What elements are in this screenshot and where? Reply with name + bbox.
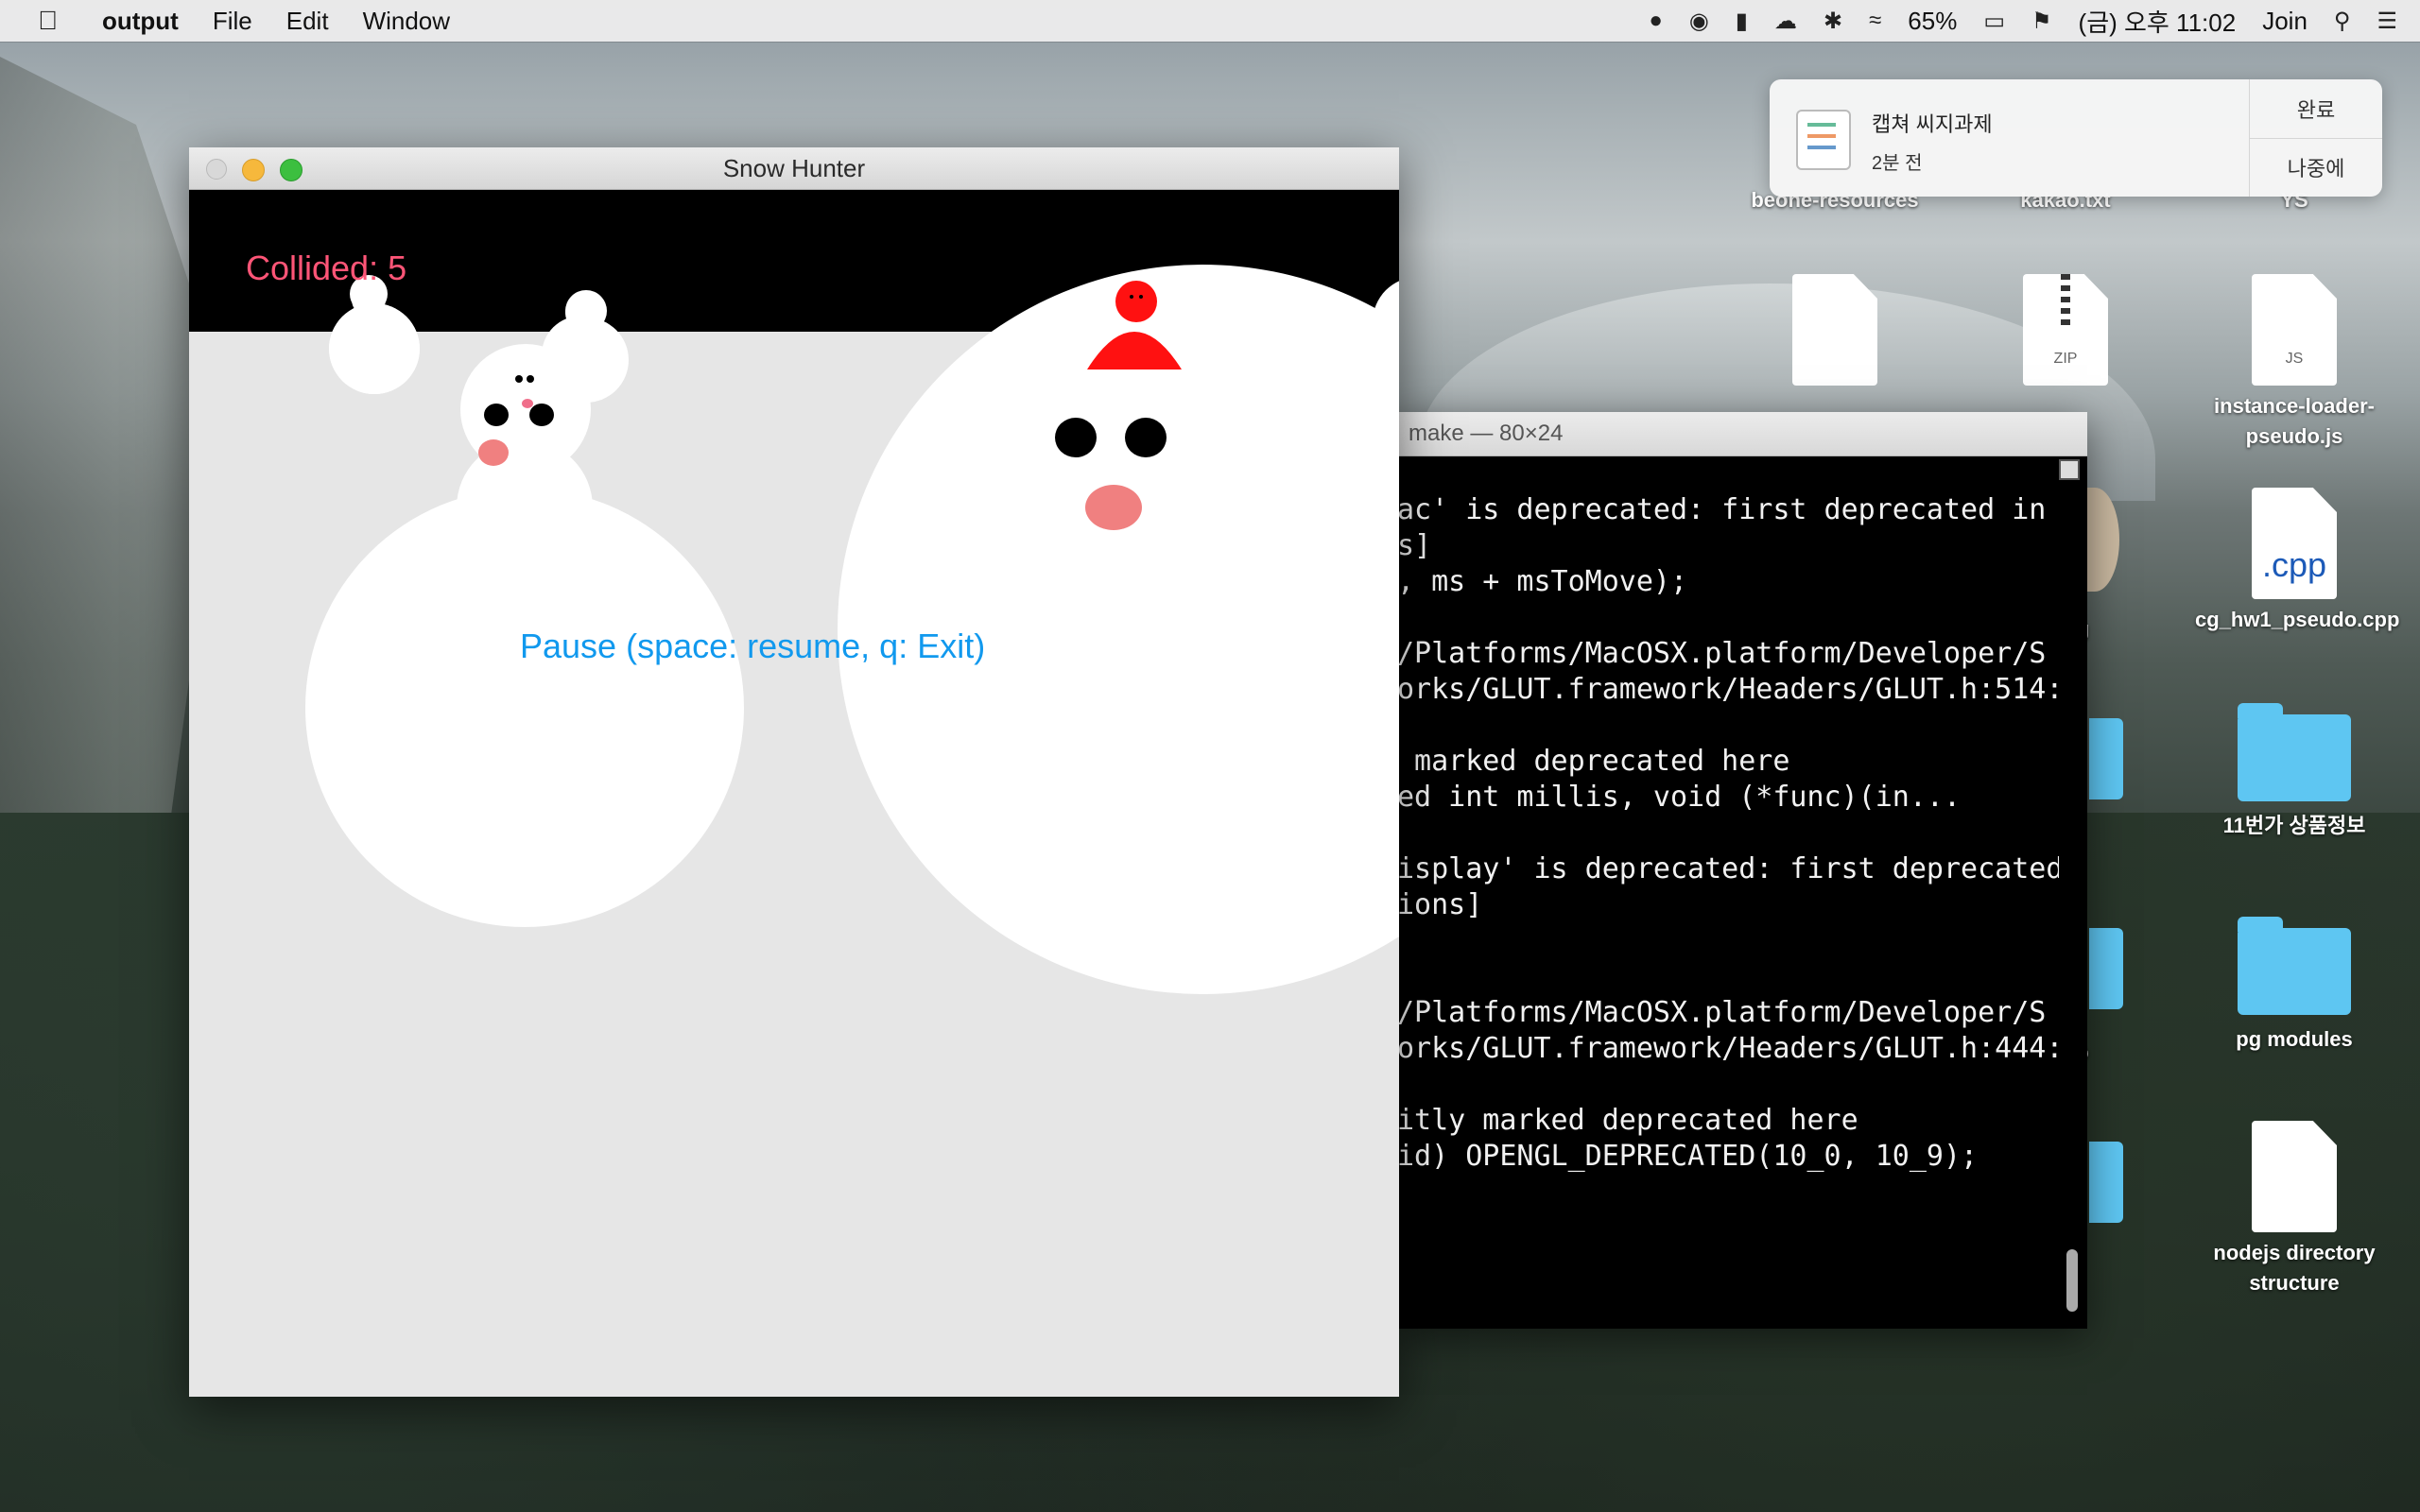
terminal-title-bar[interactable]: make — 80×24: [1397, 412, 2087, 456]
terminal-line: , ms + msToMove);: [1397, 565, 1688, 598]
document-icon: [1792, 274, 1877, 386]
notification-actions: 완료 나중에: [2249, 79, 2382, 197]
menu-app-name[interactable]: output: [102, 7, 179, 36]
menu-bar:  output File Edit Window ● ◉ ▮ ☁ ✱ ≈ 65…: [0, 0, 2420, 42]
game-scene: [305, 265, 1399, 994]
icon-label: cg_hw1_pseudo.cpp: [2195, 608, 2400, 631]
terminal-line: id) OPENGL_DEPRECATED(10_0, 10_9);: [1397, 1140, 1979, 1173]
zip-file-icon: ZIP: [2023, 274, 2108, 386]
terminal-line: orks/GLUT.framework/Headers/GLUT.h:514:: [1397, 673, 2059, 706]
desktop-icon-folder-pg[interactable]: pg modules: [2195, 917, 2394, 1055]
bluetooth-icon[interactable]: ✱: [1824, 8, 1842, 35]
game-canvas[interactable]: Collided: 5 Pause (space: resume, q: Exi…: [189, 190, 1399, 1397]
terminal-line: orks/GLUT.framework/Headers/GLUT.h:444:: [1397, 1032, 2059, 1065]
terminal-line: /Platforms/MacOSX.platform/Developer/S: [1397, 996, 2047, 1029]
window-title-bar[interactable]: Snow Hunter: [189, 147, 1399, 190]
folder-icon: [2238, 703, 2351, 801]
folder-icon: [2089, 718, 2123, 799]
clock[interactable]: (금) 오후 11:02: [2079, 4, 2237, 39]
zip-ext-label: ZIP: [2053, 351, 2078, 367]
desktop-icon-instance-loader[interactable]: JS instance-loader-pseudo.js: [2195, 274, 2394, 452]
menu-window[interactable]: Window: [363, 7, 450, 36]
input-source-flag-icon[interactable]: ⚑: [2031, 8, 2052, 35]
notification-title: 캡쳐 씨지과제: [1872, 112, 1993, 136]
terminal-line: itly marked deprecated here: [1397, 1104, 1858, 1137]
desktop-icon-nodejs-doc[interactable]: nodejs directory structure: [2195, 1121, 2394, 1298]
phone-icon[interactable]: ▮: [1736, 8, 1748, 35]
user-name[interactable]: Join: [2262, 7, 2308, 36]
snow-hunter-window[interactable]: Snow Hunter Collided: 5 Pause (space: re…: [189, 147, 1399, 1397]
folder-icon: [2089, 1142, 2123, 1223]
notification-center-icon[interactable]: ☰: [2377, 8, 2397, 35]
notification-banner[interactable]: 캡쳐 씨지과제 2분 전 완료 나중에: [1770, 79, 2382, 197]
notification-content: 캡쳐 씨지과제 2분 전: [1851, 79, 2249, 197]
complete-button[interactable]: 완료: [2250, 79, 2382, 138]
terminal-line: ac' is deprecated: first deprecated in: [1397, 493, 2047, 526]
status-area: ● ◉ ▮ ☁ ✱ ≈ 65% ▭ ⚑ (금) 오후 11:02 Join ⚲ …: [1635, 0, 2420, 42]
terminal-line: /Platforms/MacOSX.platform/Developer/S: [1397, 637, 2047, 670]
icon-label: 11번가 상품정보: [2222, 814, 2366, 837]
menu-edit[interactable]: Edit: [286, 7, 329, 36]
cloud-icon[interactable]: ☁: [1774, 8, 1797, 35]
folder-icon: [2089, 928, 2123, 1009]
desktop-icon-zip[interactable]: ZIP: [1966, 274, 2165, 391]
terminal-scrollbar[interactable]: [2066, 1249, 2078, 1312]
wifi-icon[interactable]: ≈: [1869, 8, 1881, 34]
split-pane-icon[interactable]: [2059, 459, 2080, 480]
desktop-icon-cg-hw1[interactable]: .cpp cg_hw1_pseudo.cpp: [2195, 488, 2399, 635]
desktop-icon-blank-doc[interactable]: [1736, 274, 1934, 391]
terminal-line: marked deprecated here: [1397, 745, 1790, 778]
reminders-app-icon: [1796, 110, 1851, 170]
later-button[interactable]: 나중에: [2250, 137, 2382, 198]
icon-label: nodejs directory structure: [2213, 1241, 2376, 1295]
cpp-file-icon: .cpp: [2252, 488, 2337, 599]
terminal-title: make — 80×24: [1409, 421, 1564, 446]
icon-label: instance-loader-pseudo.js: [2214, 394, 2375, 448]
desktop-icon-folder-11st[interactable]: 11번가 상품정보: [2195, 703, 2394, 841]
menu-file[interactable]: File: [213, 7, 252, 36]
cpp-ext-label: .cpp: [2261, 545, 2327, 584]
terminal-output[interactable]: ac' is deprecated: first deprecated in s]…: [1397, 456, 2059, 1314]
terminal-line: ions]: [1397, 888, 1483, 921]
apple-menu-icon[interactable]: : [38, 7, 66, 35]
document-icon: [2252, 1121, 2337, 1232]
snowman-small-4: [329, 283, 420, 394]
window-title: Snow Hunter: [722, 154, 866, 182]
battery-percent[interactable]: 65%: [1908, 7, 1957, 36]
pause-message: Pause (space: resume, q: Exit): [520, 627, 986, 665]
terminal-line: isplay' is deprecated: first deprecated: [1397, 852, 2059, 885]
terminal-window[interactable]: make — 80×24 ac' is deprecated: first de…: [1397, 412, 2087, 1329]
folder-icon: [2238, 917, 2351, 1015]
icon-label: pg modules: [2236, 1027, 2353, 1051]
terminal-line: ed int millis, void (*func)(in...: [1397, 781, 1962, 814]
drive-icon[interactable]: ◉: [1689, 8, 1709, 35]
spotlight-search-icon[interactable]: ⚲: [2334, 8, 2351, 35]
chat-icon[interactable]: ●: [1649, 8, 1663, 34]
js-ext-label: JS: [2285, 351, 2304, 367]
collided-counter: Collided: 5: [246, 249, 407, 287]
terminal-line: s]: [1397, 529, 1432, 562]
battery-icon[interactable]: ▭: [1983, 8, 2005, 35]
notification-time: 2분 전: [1872, 153, 1923, 174]
js-file-icon: JS: [2252, 274, 2337, 386]
